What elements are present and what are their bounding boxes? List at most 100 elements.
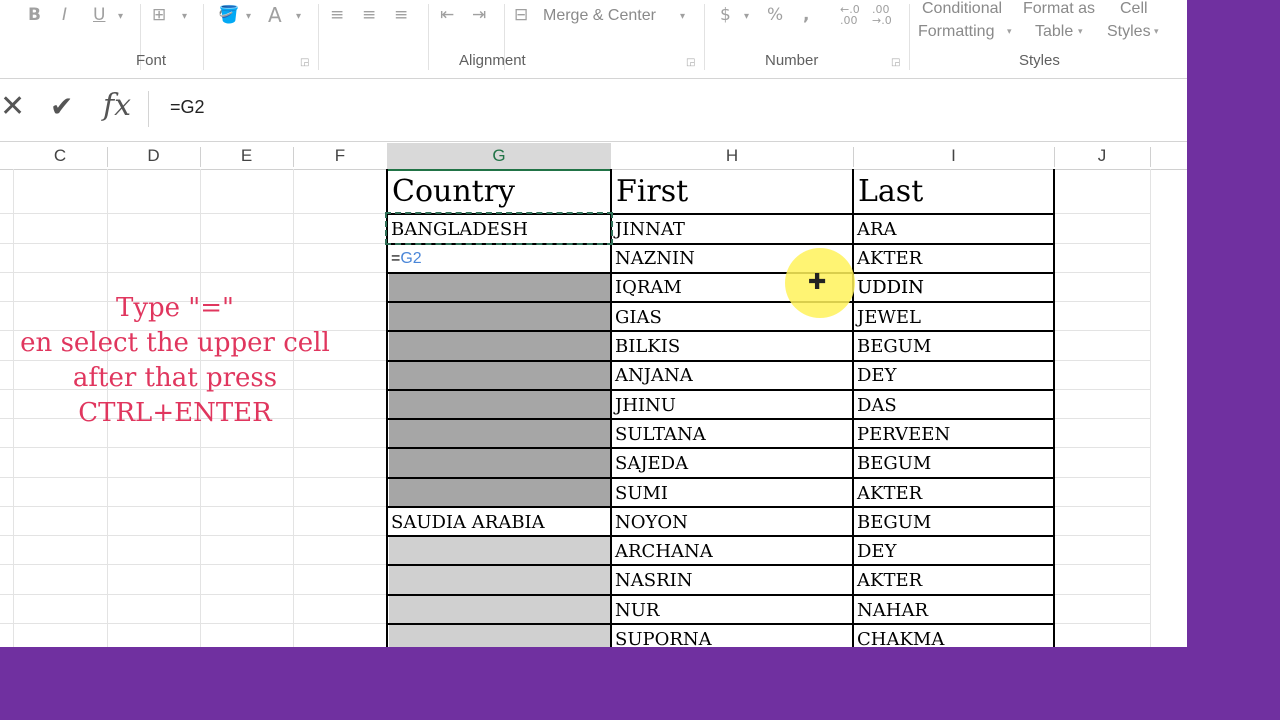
divider — [293, 147, 294, 167]
underline-dropdown-icon[interactable]: ▾ — [118, 11, 123, 22]
cell-i3[interactable]: AKTER — [854, 244, 922, 273]
cell-i2[interactable]: ARA — [854, 215, 897, 244]
format-as-table-dropdown-icon[interactable]: ▾ — [1078, 27, 1083, 37]
decrease-indent-icon[interactable]: ⇤ — [440, 5, 454, 25]
blank-range-fill[interactable] — [389, 535, 611, 647]
cell-h8[interactable]: JHINU — [612, 391, 676, 420]
cell-i8[interactable]: DAS — [854, 391, 897, 420]
cell-i5[interactable]: JEWEL — [854, 303, 921, 332]
cell-i14[interactable]: AKTER — [854, 566, 922, 595]
enter-check-icon[interactable]: ✔ — [50, 90, 73, 123]
font-dialog-launcher-icon[interactable]: ◲ — [300, 57, 309, 68]
column-header-e[interactable]: E — [200, 143, 293, 170]
cancel-icon[interactable]: ✕ — [0, 89, 25, 124]
number-dialog-launcher-icon[interactable]: ◲ — [891, 57, 900, 68]
cell-i7[interactable]: DEY — [854, 361, 896, 390]
conditional-formatting-label-1[interactable]: Conditional — [922, 0, 1002, 18]
header-last[interactable]: Last — [854, 170, 1053, 214]
cell-h3[interactable]: NAZNIN — [612, 244, 695, 273]
conditional-formatting-label-2[interactable]: Formatting — [918, 23, 994, 41]
cell-h12[interactable]: NOYON — [612, 508, 688, 537]
format-as-table-label-1[interactable]: Format as — [1023, 0, 1095, 18]
accounting-format-button[interactable]: $ — [720, 5, 731, 25]
align-center-icon[interactable]: ≡ — [362, 5, 376, 25]
gridline — [1054, 330, 1150, 331]
column-header-j[interactable]: J — [1054, 143, 1150, 170]
fill-color-icon[interactable]: 🪣 — [218, 5, 239, 25]
header-country[interactable]: Country — [388, 170, 610, 214]
conditional-formatting-dropdown-icon[interactable]: ▾ — [1007, 27, 1012, 37]
cell-i9[interactable]: PERVEEN — [854, 420, 950, 449]
table-border — [1053, 169, 1055, 647]
cell-i6[interactable]: BEGUM — [854, 332, 931, 361]
merge-center-icon[interactable]: ⊟ — [514, 5, 528, 25]
increase-indent-icon[interactable]: ⇥ — [472, 5, 486, 25]
cell-i12[interactable]: BEGUM — [854, 508, 931, 537]
column-header-i[interactable]: I — [853, 143, 1054, 170]
formula-input[interactable]: =G2 — [170, 97, 205, 118]
cell-h6[interactable]: BILKIS — [612, 332, 680, 361]
column-header-d[interactable]: D — [107, 143, 200, 170]
divider — [853, 147, 854, 167]
insert-function-icon[interactable]: fx — [103, 88, 131, 123]
italic-button[interactable]: I — [62, 5, 67, 25]
cell-i16[interactable]: CHAKMA — [854, 625, 944, 647]
header-first[interactable]: First — [612, 170, 852, 214]
cell-g3-editing[interactable]: =G2 — [388, 244, 422, 273]
cell-i10[interactable]: BEGUM — [854, 449, 931, 478]
ribbon: B I U ▾ ⊞ ▾ 🪣 ▾ A ▾ Font ◲ ≡ ≡ ≡ ⇤ ⇥ ⊟ M… — [0, 0, 1187, 79]
cell-h14[interactable]: NASRIN — [612, 566, 693, 595]
cell-h7[interactable]: ANJANA — [612, 361, 693, 390]
cell-h16[interactable]: SUPORNA — [612, 625, 712, 647]
styles-group-label: Styles — [1019, 52, 1060, 69]
table-border — [386, 564, 1055, 566]
cell-g12[interactable]: SAUDIA ARABIA — [388, 508, 545, 537]
divider — [200, 147, 201, 167]
font-color-icon[interactable]: A — [268, 3, 282, 27]
cell-i13[interactable]: DEY — [854, 537, 896, 566]
accounting-dropdown-icon[interactable]: ▾ — [744, 11, 749, 22]
cell-styles-dropdown-icon[interactable]: ▾ — [1154, 27, 1159, 37]
alignment-dialog-launcher-icon[interactable]: ◲ — [686, 57, 695, 68]
cell-h11[interactable]: SUMI — [612, 479, 668, 508]
cell-styles-label-2[interactable]: Styles — [1107, 23, 1151, 41]
column-header-c[interactable]: C — [13, 143, 107, 170]
table-border — [386, 272, 1055, 274]
divider — [107, 147, 108, 167]
divider — [1150, 147, 1151, 167]
merge-center-button[interactable]: Merge & Center — [543, 7, 656, 25]
font-color-dropdown-icon[interactable]: ▾ — [296, 11, 301, 22]
table-border — [386, 477, 1055, 479]
cell-h2[interactable]: JINNAT — [612, 215, 685, 244]
cell-h9[interactable]: SULTANA — [612, 420, 706, 449]
gridline — [1054, 477, 1150, 478]
column-header-h[interactable]: H — [611, 143, 853, 170]
align-left-icon[interactable]: ≡ — [330, 5, 344, 25]
cell-i4-overlay: UDDIN — [857, 277, 924, 298]
comma-style-button[interactable]: , — [803, 5, 809, 25]
underline-button[interactable]: U — [93, 5, 105, 25]
align-right-icon[interactable]: ≡ — [394, 5, 408, 25]
gridline — [1054, 243, 1150, 244]
bold-button[interactable]: B — [28, 5, 41, 25]
decrease-decimal-icon[interactable]: .00 →.0 — [872, 4, 892, 26]
cell-h13[interactable]: ARCHANA — [612, 537, 713, 566]
cell-styles-label-1[interactable]: Cell — [1120, 0, 1148, 18]
borders-icon[interactable]: ⊞ — [152, 5, 166, 25]
cell-i15[interactable]: NAHAR — [854, 596, 928, 625]
cell-h5[interactable]: GIAS — [612, 303, 662, 332]
increase-decimal-icon[interactable]: ←.0.00 — [840, 4, 860, 26]
column-header-f[interactable]: F — [293, 143, 387, 170]
borders-dropdown-icon[interactable]: ▾ — [182, 11, 187, 22]
cell-h10[interactable]: SAJEDA — [612, 449, 688, 478]
merge-dropdown-icon[interactable]: ▾ — [680, 11, 685, 22]
fill-color-dropdown-icon[interactable]: ▾ — [246, 11, 251, 22]
gridline — [0, 506, 387, 507]
cell-h4[interactable]: IQRAM — [612, 273, 682, 302]
percent-style-button[interactable]: % — [767, 5, 783, 25]
format-as-table-label-2[interactable]: Table — [1035, 23, 1073, 41]
cell-h15[interactable]: NUR — [612, 596, 659, 625]
table-border — [386, 594, 1055, 596]
column-header-g[interactable]: G — [387, 143, 611, 171]
cell-i11[interactable]: AKTER — [854, 479, 922, 508]
